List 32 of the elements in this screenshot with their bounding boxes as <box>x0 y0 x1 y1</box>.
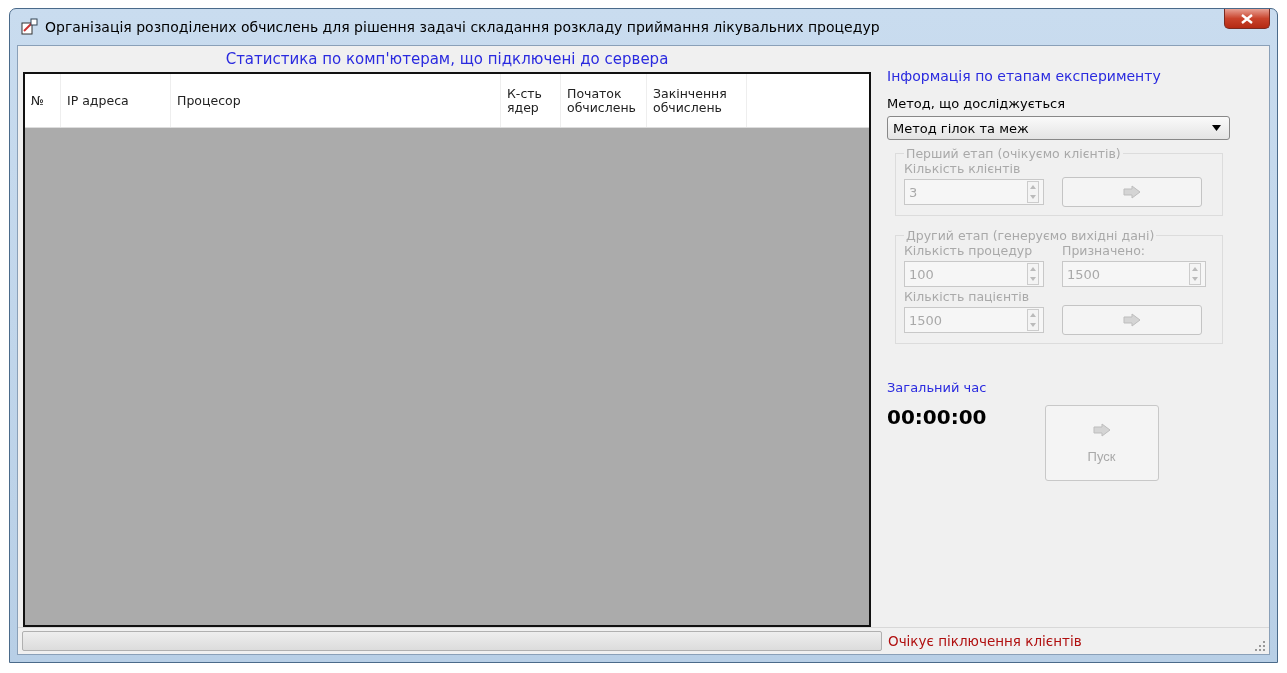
column-header[interactable]: К-сть ядер <box>501 74 561 127</box>
column-header[interactable]: Початок обчислень <box>561 74 647 127</box>
column-header[interactable]: № <box>25 74 61 127</box>
column-header[interactable]: IP адреса <box>61 74 171 127</box>
dropdown-caret-icon <box>1212 125 1221 131</box>
panel-title: Статистика по комп'ютерам, що підключені до сервера <box>224 50 670 70</box>
field-label: Призначено: <box>1062 243 1147 259</box>
field-label: Кількість пацієнтів <box>904 289 1031 305</box>
spinner-arrows-icon <box>1027 309 1039 331</box>
window-title: Організація розподілених обчислень для рішення задачі складання розкладу приймання лікувальних процедур <box>45 19 881 35</box>
close-icon <box>1241 13 1253 24</box>
app-icon <box>19 17 39 37</box>
arrow-icon <box>1123 185 1141 199</box>
spinner-arrows-icon <box>1027 263 1039 285</box>
total-time: 00:00:00 <box>887 405 987 429</box>
method-label: Метод, що досліджується <box>887 96 1067 111</box>
stage-title: Перший етап (очікуємо клієнтів) <box>905 146 1122 161</box>
status-message: Очікує піключення клієнтів <box>888 633 1083 649</box>
arrow-icon <box>1092 422 1111 437</box>
spinner-arrows-icon <box>1189 263 1201 285</box>
spinner-arrows-icon <box>1027 181 1039 203</box>
resize-grip-icon <box>1255 641 1265 651</box>
panel-title: Інформація по етапам експерименту <box>887 68 1162 84</box>
method-dropdown[interactable]: Метод гілок та меж <box>887 116 1230 140</box>
arrow-icon <box>1123 313 1141 327</box>
field-label: Кількість клієнтів <box>904 161 1022 177</box>
close-button[interactable] <box>1224 9 1270 29</box>
total-time-label: Загальний час <box>887 380 988 395</box>
column-header[interactable]: Закінчення обчислень <box>647 74 747 127</box>
column-header[interactable]: Процесор <box>171 74 501 127</box>
stage-title: Другий етап (генеруємо вихідні дані) <box>905 228 1156 243</box>
field-label: Кількість процедур <box>904 243 1034 259</box>
